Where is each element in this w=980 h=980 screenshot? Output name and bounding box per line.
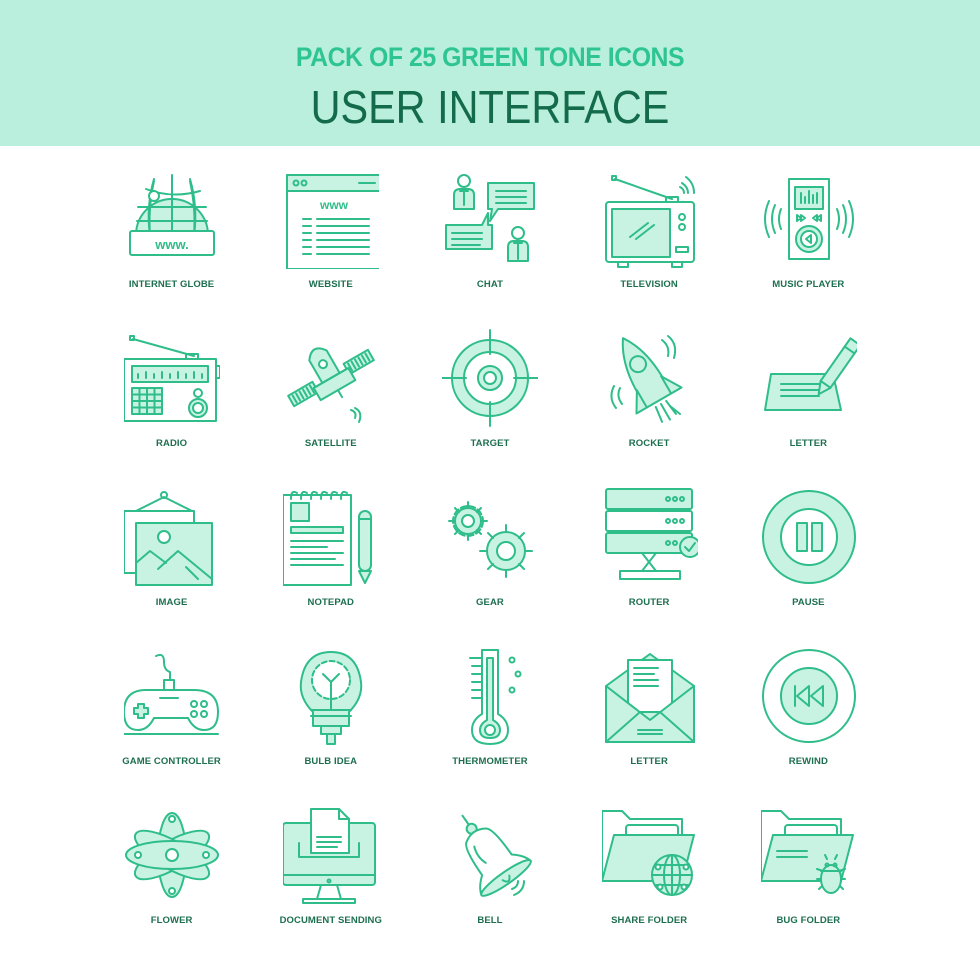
icon-label: NOTEPAD (307, 597, 354, 608)
website-icon: www (286, 174, 380, 269)
icon-label: INTERNET GLOBE (128, 279, 215, 290)
pause-icon (761, 490, 856, 584)
satellite-icon (287, 347, 376, 423)
internet-globe-icon: www. (129, 174, 215, 256)
image-icon (124, 491, 213, 586)
icon-label: CHAT (476, 279, 504, 290)
icon-tile-internet-globe: www. INTERNET GLOBE (92, 163, 251, 322)
icon-label: ROUTER (628, 597, 670, 608)
icon-grid: www. INTERNET GLOBE www WEBSITE CHAT TEL… (92, 163, 888, 963)
icon-tile-music-player: MUSIC PLAYER (729, 163, 888, 322)
icon-label: MUSIC PLAYER (772, 279, 845, 290)
icon-tile-image: IMAGE (92, 481, 251, 640)
game-controller-icon (124, 653, 219, 735)
icon-label: REWIND (788, 756, 828, 767)
icon-label: LETTER (789, 438, 828, 449)
icon-tile-pause: PAUSE (729, 481, 888, 640)
icon-label: LETTER (630, 756, 668, 767)
router-icon (604, 488, 698, 580)
icon-tile-document-sending: DOCUMENT SENDING (251, 799, 410, 958)
icon-tile-game-controller: GAME CONTROLLER (92, 640, 251, 799)
icon-tile-letter-pen: LETTER (729, 322, 888, 481)
icon-tile-website: www WEBSITE (251, 163, 410, 322)
envelope-letter-icon (604, 653, 695, 743)
radio-icon (124, 335, 220, 422)
icon-tile-target: TARGET (410, 322, 569, 481)
icon-tile-rocket: ROCKET (570, 322, 729, 481)
notepad-icon (283, 490, 373, 586)
www-text: www (319, 198, 349, 212)
bulb-idea-icon (299, 651, 363, 745)
television-icon (604, 175, 695, 268)
icon-label: THERMOMETER (452, 756, 528, 767)
icon-tile-router: ROUTER (570, 481, 729, 640)
chat-icon (445, 174, 536, 262)
icon-tile-thermometer: THERMOMETER (410, 640, 569, 799)
gear-icon (448, 501, 534, 578)
share-folder-icon (601, 810, 695, 896)
icon-tile-bulb-idea: BULB IDEA (251, 640, 410, 799)
icon-label: BULB IDEA (304, 756, 358, 767)
icon-tile-gear: GEAR (410, 481, 569, 640)
icon-label: DOCUMENT SENDING (279, 915, 382, 926)
letter-pen-icon (763, 337, 857, 411)
icon-label: TELEVISION (620, 279, 678, 290)
icon-tile-envelope-letter: LETTER (570, 640, 729, 799)
www-text: www. (154, 237, 188, 252)
icon-tile-bell: BELL (410, 799, 569, 958)
icon-label: PAUSE (792, 597, 825, 608)
icon-label: GAME CONTROLLER (122, 756, 221, 767)
target-icon (442, 329, 539, 427)
pack-subtitle: PACK OF 25 GREEN TONE ICONS (295, 42, 685, 72)
bell-icon (461, 814, 533, 897)
thermometer-icon (469, 649, 522, 745)
pack-title: USER INTERFACE (310, 81, 670, 133)
icon-label: ROCKET (628, 438, 670, 449)
icon-tile-flower: FLOWER (92, 799, 251, 958)
document-sending-icon (283, 808, 377, 904)
icon-label: WEBSITE (308, 279, 353, 290)
icon-tile-rewind: REWIND (729, 640, 888, 799)
icon-tile-chat: CHAT (410, 163, 569, 322)
icon-label: TARGET (470, 438, 510, 449)
icon-tile-bug-folder: BUG FOLDER (729, 799, 888, 958)
icon-tile-television: TELEVISION (570, 163, 729, 322)
bug-folder-icon (760, 810, 854, 894)
icon-label: BUG FOLDER (776, 915, 841, 926)
icon-label: RADIO (156, 438, 188, 449)
icon-label: BELL (477, 915, 503, 926)
flower-icon (125, 812, 219, 898)
icon-label: FLOWER (150, 915, 193, 926)
music-player-icon (763, 178, 854, 260)
icon-label: IMAGE (155, 597, 188, 608)
icon-tile-share-folder: SHARE FOLDER (570, 799, 729, 958)
header-banner: PACK OF 25 GREEN TONE ICONS USER INTERFA… (0, 0, 980, 146)
icon-label: GEAR (476, 597, 504, 608)
icon-label: SHARE FOLDER (611, 915, 688, 926)
icon-tile-radio: RADIO (92, 322, 251, 481)
icon-label: SATELLITE (304, 438, 357, 449)
icon-tile-notepad: NOTEPAD (251, 481, 410, 640)
rocket-icon (610, 335, 683, 423)
icon-tile-satellite: SATELLITE (251, 322, 410, 481)
rewind-icon (761, 649, 856, 743)
